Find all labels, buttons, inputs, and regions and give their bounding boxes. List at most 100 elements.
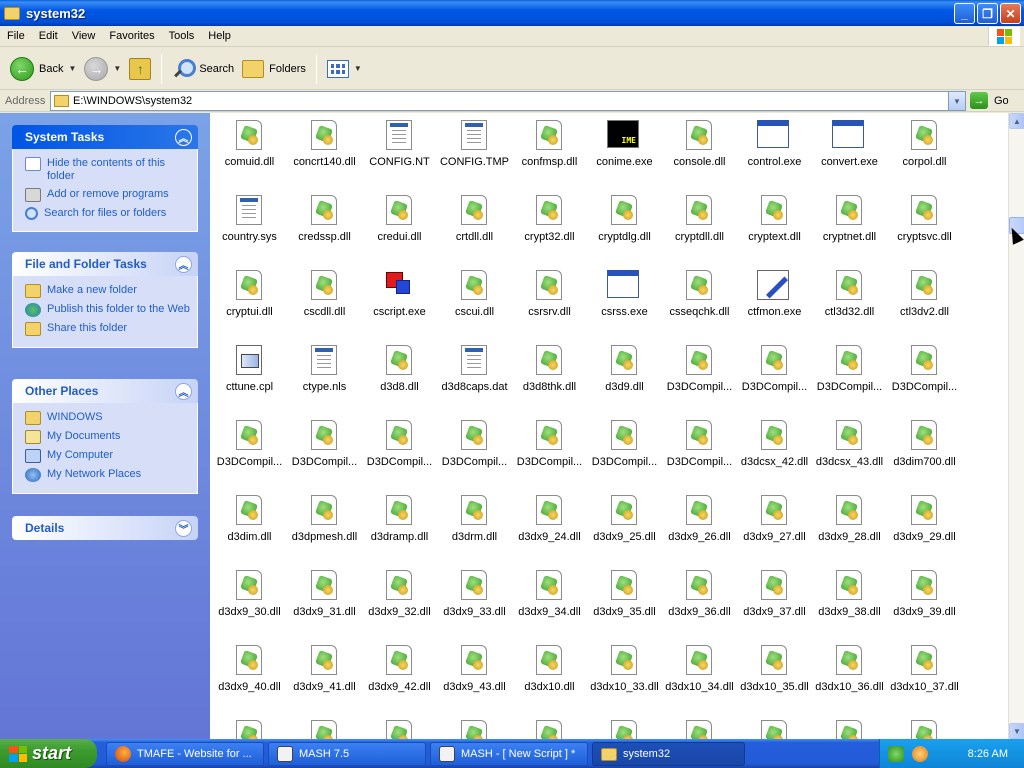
back-dropdown-icon[interactable]: ▼	[68, 64, 76, 73]
file-item[interactable]: d3dcsx_42.dll	[737, 415, 812, 490]
collapse-icon[interactable]: ︽	[175, 255, 192, 273]
minimize-button[interactable]: _	[954, 3, 975, 24]
scroll-down-icon[interactable]: ▼	[1009, 723, 1024, 739]
close-button[interactable]: ✕	[1000, 3, 1021, 24]
file-folder-tasks-header[interactable]: File and Folder Tasks ︽	[12, 252, 198, 276]
task-hide-contents[interactable]: Hide the contents of this folder	[25, 157, 191, 183]
forward-dropdown-icon[interactable]: ▼	[113, 64, 121, 73]
file-item[interactable]: d3dim.dll	[212, 490, 287, 565]
file-item[interactable]	[662, 715, 737, 739]
task-publish-web[interactable]: Publish this folder to the Web	[25, 303, 191, 317]
search-tray-icon[interactable]	[912, 745, 928, 762]
file-item[interactable]: IME conime.exe	[587, 115, 662, 190]
file-item[interactable]: D3DCompil...	[287, 415, 362, 490]
up-button[interactable]: ↑	[125, 52, 155, 86]
file-item[interactable]: credui.dll	[362, 190, 437, 265]
file-item[interactable]: cscript.exe	[362, 265, 437, 340]
file-item[interactable]: d3d8thk.dll	[512, 340, 587, 415]
scroll-up-icon[interactable]: ▲	[1009, 113, 1024, 129]
place-my-network-places[interactable]: My Network Places	[25, 468, 191, 482]
search-button[interactable]: Search	[168, 52, 238, 86]
file-item[interactable]: d3dcsx_43.dll	[812, 415, 887, 490]
file-item[interactable]: D3DCompil...	[812, 340, 887, 415]
file-item[interactable]	[287, 715, 362, 739]
taskbar-button-mash-script[interactable]: MASH - [ New Script ] *	[430, 742, 588, 766]
menu-file[interactable]: File	[0, 30, 32, 42]
file-item[interactable]: d3dx9_41.dll	[287, 640, 362, 715]
file-item[interactable]	[587, 715, 662, 739]
file-item[interactable]: d3dx9_31.dll	[287, 565, 362, 640]
file-item[interactable]: ctl3d32.dll	[812, 265, 887, 340]
file-item[interactable]: d3dx9_34.dll	[512, 565, 587, 640]
file-item[interactable]: comuid.dll	[212, 115, 287, 190]
file-item[interactable]: D3DCompil...	[662, 340, 737, 415]
file-item[interactable]: d3drm.dll	[437, 490, 512, 565]
file-item[interactable]: credssp.dll	[287, 190, 362, 265]
title-bar[interactable]: system32 _ ❐ ✕	[0, 0, 1024, 26]
taskbar-button-firefox[interactable]: TMAFE - Website for ...	[106, 742, 264, 766]
address-dropdown-icon[interactable]: ▼	[948, 92, 965, 110]
address-input[interactable]: E:\WINDOWS\system32 ▼	[50, 91, 966, 111]
file-item[interactable]	[737, 715, 812, 739]
file-item[interactable]: cryptdlg.dll	[587, 190, 662, 265]
file-item[interactable]: control.exe	[737, 115, 812, 190]
place-windows[interactable]: WINDOWS	[25, 411, 191, 425]
file-item[interactable]: d3dx9_35.dll	[587, 565, 662, 640]
system-tasks-header[interactable]: System Tasks ︽	[12, 125, 198, 149]
views-dropdown-icon[interactable]: ▼	[354, 64, 362, 73]
file-item[interactable]: d3dpmesh.dll	[287, 490, 362, 565]
network-tray-icon[interactable]	[888, 745, 904, 762]
expand-icon[interactable]: ︾	[175, 519, 192, 537]
file-item[interactable]: d3dx9_27.dll	[737, 490, 812, 565]
task-add-remove-programs[interactable]: Add or remove programs	[25, 188, 191, 202]
file-item[interactable]: cscdll.dll	[287, 265, 362, 340]
clock[interactable]: 8:26 AM	[968, 748, 1008, 760]
file-item[interactable]	[437, 715, 512, 739]
file-item[interactable]: d3dx9_29.dll	[887, 490, 962, 565]
file-item[interactable]	[362, 715, 437, 739]
place-my-computer[interactable]: My Computer	[25, 449, 191, 463]
taskbar-button-mash[interactable]: MASH 7.5	[268, 742, 426, 766]
vertical-scrollbar[interactable]: ▲ ▼	[1008, 113, 1024, 739]
file-item[interactable]: csseqchk.dll	[662, 265, 737, 340]
file-item[interactable]: d3dx9_36.dll	[662, 565, 737, 640]
file-item[interactable]: ctfmon.exe	[737, 265, 812, 340]
forward-button[interactable]: → ▼	[80, 52, 125, 86]
file-item[interactable]: d3dx9_38.dll	[812, 565, 887, 640]
file-item[interactable]: d3dx9_32.dll	[362, 565, 437, 640]
details-header[interactable]: Details ︾	[12, 516, 198, 540]
file-item[interactable]: csrss.exe	[587, 265, 662, 340]
file-item[interactable]	[812, 715, 887, 739]
file-item[interactable]: D3DCompil...	[512, 415, 587, 490]
folders-button[interactable]: Folders	[238, 52, 310, 86]
file-item[interactable]: d3d8caps.dat	[437, 340, 512, 415]
file-item[interactable]: corpol.dll	[887, 115, 962, 190]
collapse-icon[interactable]: ︽	[175, 128, 192, 146]
file-item[interactable]: CONFIG.TMP	[437, 115, 512, 190]
file-item[interactable]: cttune.cpl	[212, 340, 287, 415]
taskbar-button-system32[interactable]: system32	[592, 742, 745, 766]
file-item[interactable]: d3dx9_30.dll	[212, 565, 287, 640]
file-item[interactable]: d3dx10_37.dll	[887, 640, 962, 715]
file-item[interactable]: d3dim700.dll	[887, 415, 962, 490]
file-item[interactable]: D3DCompil...	[212, 415, 287, 490]
file-item[interactable]: D3DCompil...	[587, 415, 662, 490]
file-item[interactable]: d3d9.dll	[587, 340, 662, 415]
file-item[interactable]: cryptnet.dll	[812, 190, 887, 265]
file-item[interactable]: cscui.dll	[437, 265, 512, 340]
file-item[interactable]: d3dx10_33.dll	[587, 640, 662, 715]
file-item[interactable]: d3dx9_28.dll	[812, 490, 887, 565]
file-item[interactable]: D3DCompil...	[437, 415, 512, 490]
file-item[interactable]	[512, 715, 587, 739]
file-item[interactable]: console.dll	[662, 115, 737, 190]
file-item[interactable]: d3dx9_24.dll	[512, 490, 587, 565]
file-item[interactable]: d3dx10_34.dll	[662, 640, 737, 715]
file-item[interactable]: d3dx10_36.dll	[812, 640, 887, 715]
task-share-folder[interactable]: Share this folder	[25, 322, 191, 336]
menu-edit[interactable]: Edit	[32, 30, 65, 42]
file-item[interactable]: D3DCompil...	[662, 415, 737, 490]
back-button[interactable]: ← Back ▼	[6, 52, 80, 86]
file-item[interactable]: d3dx10.dll	[512, 640, 587, 715]
file-item[interactable]: D3DCompil...	[737, 340, 812, 415]
menu-tools[interactable]: Tools	[162, 30, 202, 42]
